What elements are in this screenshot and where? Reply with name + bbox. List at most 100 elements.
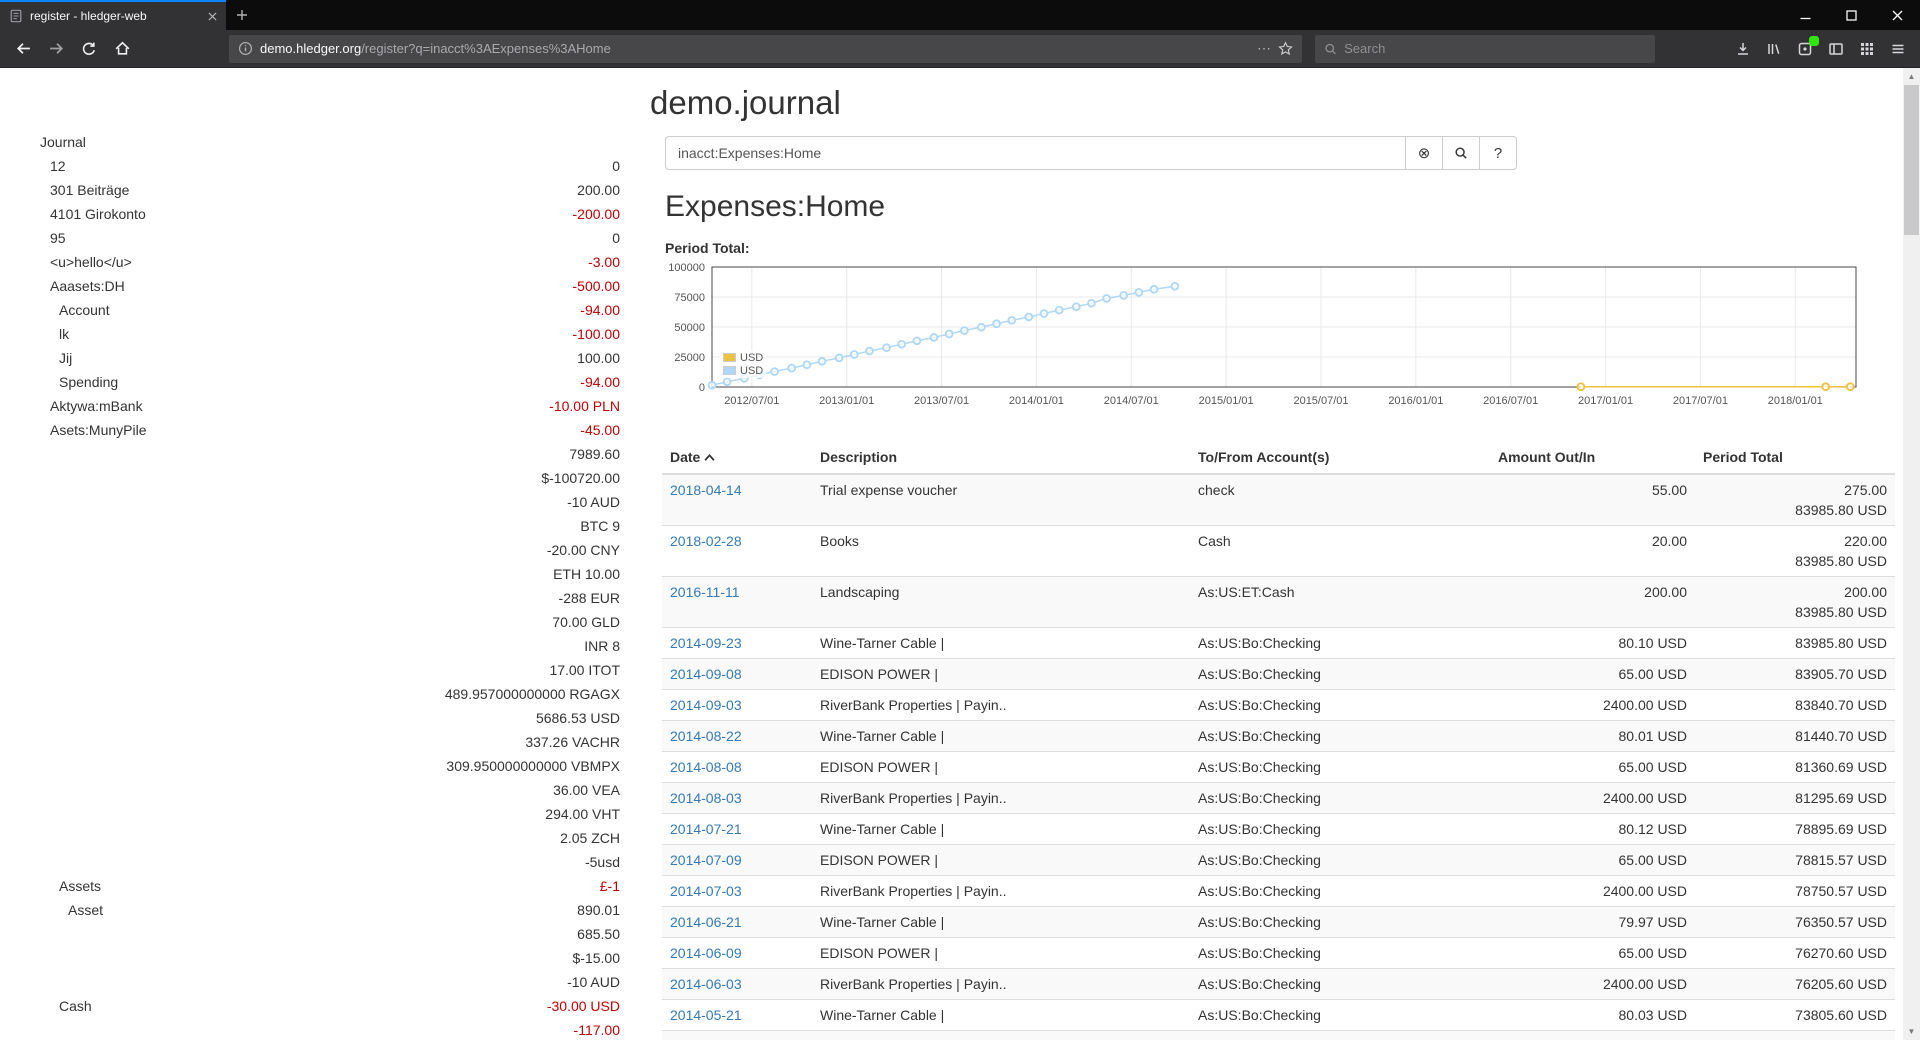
account-link[interactable]: Asets:MunyPile	[40, 418, 146, 442]
account-link[interactable]: Spending	[40, 370, 118, 394]
browser-search-bar[interactable]	[1315, 35, 1655, 63]
maximize-button[interactable]	[1828, 0, 1874, 30]
account-link[interactable]: Asset	[40, 898, 103, 922]
account-link[interactable]: 301 Beiträge	[40, 178, 129, 202]
tab-close-icon[interactable]	[208, 12, 217, 21]
account-link[interactable]: Account	[40, 298, 110, 322]
account-link[interactable]: Aktywa:mBank	[40, 394, 143, 418]
tab-title: register - hledger-web	[30, 9, 201, 23]
register-date-cell: 2014-05-08	[662, 1031, 812, 1040]
register-date-link[interactable]: 2016-11-11	[670, 584, 740, 600]
account-balance: -10 AUD	[567, 490, 620, 514]
svg-text:75000: 75000	[674, 292, 705, 304]
register-row: 2014-08-03 RiverBank Properties | Payin..…	[662, 783, 1895, 814]
register-date-link[interactable]: 2014-08-22	[670, 728, 742, 744]
library-button[interactable]	[1760, 35, 1788, 63]
register-amount: 2400.00 USD	[1490, 876, 1695, 907]
register-period-total: 220.00 83985.80 USD	[1695, 526, 1895, 577]
accounts-sidebar: Journal 120301 Beiträge200.004101 Giroko…	[40, 130, 620, 1040]
register-date-link[interactable]: 2018-02-28	[670, 533, 742, 549]
help-button[interactable]: ?	[1479, 136, 1517, 170]
sidebar-row: Assets£-1	[40, 874, 620, 898]
register-date-link[interactable]: 2014-07-21	[670, 821, 742, 837]
register-date-link[interactable]: 2014-09-23	[670, 635, 742, 651]
apps-button[interactable]	[1853, 35, 1881, 63]
url-bar[interactable]: demo.hledger.org/register?q=inacct%3AExp…	[229, 35, 1302, 63]
sidebar-row: Asets:MunyPile-45.00	[40, 418, 620, 442]
register-date-link[interactable]: 2018-04-14	[670, 482, 742, 498]
account-link[interactable]: Jij	[40, 346, 72, 370]
account-balance: $-15.00	[573, 946, 620, 970]
page-actions-icon[interactable]: ⋯	[1257, 40, 1271, 57]
legend-row: USD	[723, 364, 763, 377]
account-balance: 685.50	[577, 922, 620, 946]
register-account: As:US:Bo:Checking	[1190, 938, 1490, 969]
browser-search-input[interactable]	[1344, 41, 1646, 56]
register-row: 2014-07-21Wine-Tarner Cable |As:US:Bo:Ch…	[662, 814, 1895, 845]
register-account: As:US:Bo:Checking	[1190, 1031, 1490, 1040]
site-info-icon[interactable]	[238, 41, 253, 56]
sidebar-journal-link[interactable]: Journal	[40, 130, 620, 154]
scrollbar-thumb[interactable]	[1904, 85, 1919, 235]
register-date-link[interactable]: 2014-09-03	[670, 697, 742, 713]
scroll-down-arrow[interactable]: ▼	[1903, 1023, 1920, 1040]
url-text[interactable]: demo.hledger.org/register?q=inacct%3AExp…	[260, 41, 1250, 56]
account-balance: 36.00 VEA	[553, 778, 620, 802]
register-date-link[interactable]: 2014-08-03	[670, 790, 742, 806]
register-account: As:US:Bo:Checking	[1190, 721, 1490, 752]
search-submit-button[interactable]	[1442, 136, 1480, 170]
clear-search-button[interactable]: ⊗	[1405, 136, 1443, 170]
account-balance: $-100720.00	[541, 466, 620, 490]
register-date-link[interactable]: 2014-09-08	[670, 666, 742, 682]
register-date-link[interactable]: 2014-08-08	[670, 759, 742, 775]
page-scrollbar[interactable]: ▲ ▼	[1903, 68, 1920, 1040]
tab-bar: register - hledger-web	[0, 0, 1920, 30]
account-link[interactable]: 12	[40, 154, 66, 178]
close-button[interactable]	[1874, 0, 1920, 30]
svg-text:2014/07/01: 2014/07/01	[1104, 395, 1159, 407]
register-date-link[interactable]: 2014-06-21	[670, 914, 742, 930]
browser-tab[interactable]: register - hledger-web	[0, 0, 226, 30]
sidebar-row: 17.00 ITOT	[40, 658, 620, 682]
register-date-link[interactable]: 2014-07-03	[670, 883, 742, 899]
sort-by-date[interactable]: Date	[670, 449, 715, 465]
register-amount: 200.00	[1490, 577, 1695, 628]
back-button[interactable]	[8, 34, 38, 64]
column-label-tofrom: To/From Account(s)	[1190, 441, 1490, 474]
account-balance: -10.00 PLN	[549, 394, 620, 418]
register-account: As:US:Bo:Checking	[1190, 628, 1490, 659]
register-row: 2014-07-09EDISON POWER |As:US:Bo:Checkin…	[662, 845, 1895, 876]
account-link[interactable]: Assets	[40, 874, 101, 898]
extension-button[interactable]	[1791, 35, 1819, 63]
new-tab-button[interactable]	[226, 0, 258, 30]
register-period-total: 83985.80 USD	[1695, 628, 1895, 659]
download-button[interactable]	[1729, 35, 1757, 63]
sidebar-row: 301 Beiträge200.00	[40, 178, 620, 202]
account-link[interactable]: <u>hello</u>	[40, 250, 132, 274]
register-date-cell: 2014-09-03	[662, 690, 812, 721]
query-input[interactable]	[665, 136, 1406, 170]
menu-button[interactable]	[1884, 35, 1912, 63]
navigation-toolbar: demo.hledger.org/register?q=inacct%3AExp…	[0, 30, 1920, 68]
sidebar-toggle-button[interactable]	[1822, 35, 1850, 63]
register-date-link[interactable]: 2014-05-21	[670, 1007, 742, 1023]
account-link[interactable]: Aaasets:DH	[40, 274, 125, 298]
account-link[interactable]: lk	[40, 322, 69, 346]
register-description: RiverBank Properties | Payin..	[812, 876, 1190, 907]
register-date-link[interactable]: 2014-07-09	[670, 852, 742, 868]
scroll-up-arrow[interactable]: ▲	[1903, 68, 1920, 85]
sidebar-row: 2.05 ZCH	[40, 826, 620, 850]
account-link[interactable]: Cash	[40, 994, 92, 1018]
register-description: RiverBank Properties | Payin..	[812, 783, 1190, 814]
account-balance: 100.00	[577, 346, 620, 370]
forward-button[interactable]	[41, 34, 71, 64]
home-button[interactable]	[107, 34, 137, 64]
minimize-button[interactable]	[1782, 0, 1828, 30]
account-link[interactable]: 4101 Girokonto	[40, 202, 146, 226]
bookmark-star-icon[interactable]	[1278, 41, 1293, 56]
register-date-link[interactable]: 2014-06-09	[670, 945, 742, 961]
sidebar-row: BTC 9	[40, 514, 620, 538]
reload-button[interactable]	[74, 34, 104, 64]
register-date-link[interactable]: 2014-06-03	[670, 976, 742, 992]
account-link[interactable]: 95	[40, 226, 66, 250]
